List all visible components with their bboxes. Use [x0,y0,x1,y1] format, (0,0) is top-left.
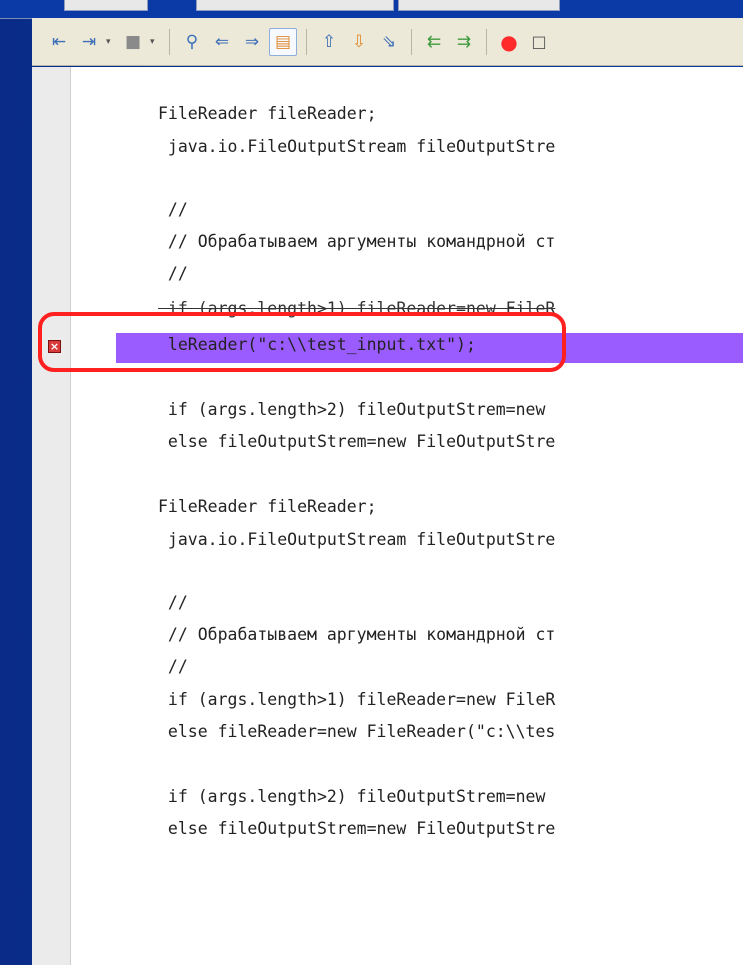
code-line[interactable]: // Обрабатываем аргументы командрной ст [158,625,555,645]
previous-bookmark-icon[interactable]: ⇧ [316,29,342,55]
code-line[interactable]: // [158,200,188,220]
forward-history-icon[interactable]: ⇥ [76,29,102,55]
code-line[interactable]: java.io.FileOutputStream fileOutputStre [158,530,555,550]
next-bookmark-icon[interactable]: ⇩ [346,29,372,55]
find-icon[interactable]: ⚲ [179,29,205,55]
find-next-icon[interactable]: ⇒ [239,29,265,55]
find-previous-icon[interactable]: ⇐ [209,29,235,55]
code-line[interactable]: if (args.length>2) fileOutputStrem=new [158,400,555,420]
shift-right-icon[interactable]: ⇉ [451,29,477,55]
toolbar-separator [486,28,487,55]
chevron-down-icon[interactable]: ▾ [150,36,160,47]
toggle-bookmark-icon[interactable]: ⇘ [376,29,402,55]
line-gutter[interactable] [32,67,71,965]
code-line[interactable]: // [158,264,188,284]
code-line[interactable]: else fileReader=new FileReader("c:\\tes [158,722,555,742]
tab-2[interactable] [196,0,394,11]
chevron-down-icon[interactable]: ▾ [106,36,116,47]
toolbar-separator [169,28,170,55]
toolbar-separator [411,28,412,55]
code-line[interactable]: if (args.length>1) fileReader=new FileR [158,690,555,710]
stop-macro-icon[interactable]: □ [526,29,552,55]
code-line[interactable]: if (args.length>2) fileOutputStrem=new [158,787,555,807]
code-line[interactable]: else fileOutputStrem=new FileOutputStre [158,432,555,452]
shift-left-icon[interactable]: ⇇ [421,29,447,55]
code-line[interactable]: // [158,657,188,677]
code-line[interactable]: java.io.FileOutputStream fileOutputStre [158,137,555,157]
error-callout-outline [38,312,566,372]
tab-3[interactable] [398,0,560,11]
toggle-highlight-icon[interactable]: ▤ [269,27,297,56]
code-line[interactable]: FileReader fileReader; [158,497,377,517]
record-macro-icon[interactable]: ● [496,29,522,55]
code-editor[interactable]: × FileReader fileReader; java.io.FileOut… [32,67,743,965]
tab-strip [0,0,743,19]
editor-toolbar: ⇤ ⇥ ▾ ■ ▾ ⚲ ⇐ ⇒ ▤ ⇧ ⇩ ⇘ ⇇ ⇉ ● □ [32,18,743,66]
code-line[interactable]: else fileOutputStrem=new FileOutputStre [158,819,555,839]
back-icon[interactable]: ⇤ [46,29,72,55]
code-line[interactable]: FileReader fileReader; [158,104,377,124]
bookmark-icon[interactable]: ■ [120,29,146,55]
tab-1[interactable] [64,0,148,11]
code-line[interactable]: // Обрабатываем аргументы командрной ст [158,232,555,252]
toolbar-separator [306,28,307,55]
code-line[interactable]: // [158,593,188,613]
